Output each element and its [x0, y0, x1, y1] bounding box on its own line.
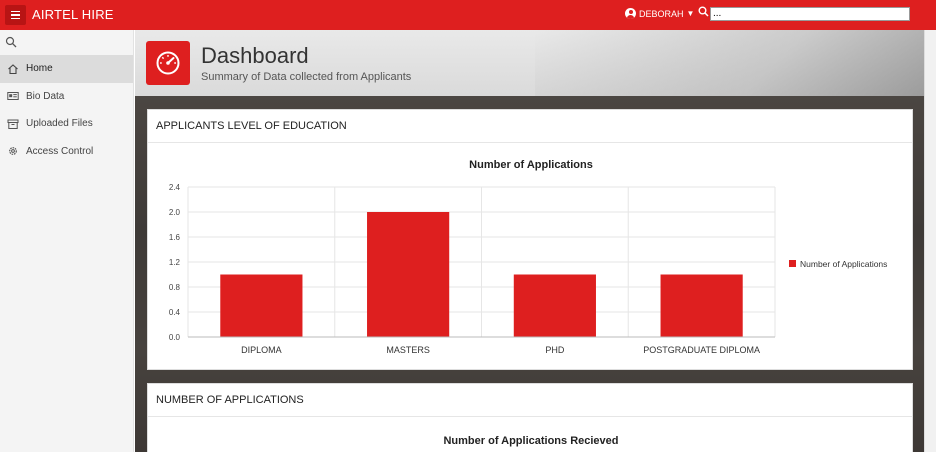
card-heading: APPLICANTS LEVEL OF EDUCATION — [148, 110, 912, 143]
sidebar-item-access-control[interactable]: Access Control — [0, 138, 133, 166]
bar — [220, 274, 303, 337]
hero-background-image — [535, 30, 924, 96]
sidebar-item-label: Access Control — [26, 145, 94, 157]
top-bar: AIRTEL HIRE DEBORAH ▼ ... — [0, 0, 936, 30]
applications-chart-card: NUMBER OF APPLICATIONS Number of Applica… — [147, 383, 913, 452]
x-tick-label: POSTGRADUATE DIPLOMA — [643, 345, 760, 355]
y-tick-label: 2.4 — [169, 183, 181, 192]
search-icon[interactable] — [698, 6, 709, 17]
bar — [660, 274, 743, 337]
user-name: DEBORAH — [639, 8, 684, 19]
sidebar-item-bio-data[interactable]: Bio Data — [0, 83, 133, 111]
id-card-icon — [6, 90, 19, 103]
y-tick-label: 1.6 — [169, 233, 181, 242]
x-tick-label: MASTERS — [386, 345, 430, 355]
app-title[interactable]: AIRTEL HIRE — [32, 7, 114, 22]
sidebar: Home Bio Data Uploaded Files Access Cont… — [0, 30, 134, 452]
legend-swatch — [789, 260, 796, 267]
card-heading: NUMBER OF APPLICATIONS — [148, 384, 912, 417]
search-input[interactable]: ... — [710, 7, 910, 21]
page-subtitle: Summary of Data collected from Applicant… — [201, 71, 412, 83]
dashboard-gauge-icon — [146, 41, 190, 85]
y-tick-label: 2.0 — [169, 208, 181, 217]
y-tick-label: 0.4 — [169, 308, 181, 317]
education-chart-card: APPLICANTS LEVEL OF EDUCATION Number of … — [147, 109, 913, 370]
y-tick-label: 0.0 — [169, 333, 181, 342]
user-icon — [625, 8, 636, 19]
y-tick-label: 1.2 — [169, 258, 181, 267]
home-icon — [6, 62, 19, 75]
sidebar-item-uploaded-files[interactable]: Uploaded Files — [0, 110, 133, 138]
user-menu[interactable]: DEBORAH ▼ — [625, 8, 694, 19]
bar — [367, 212, 450, 337]
main-content: Dashboard Summary of Data collected from… — [135, 30, 924, 452]
archive-icon — [6, 117, 19, 130]
y-tick-label: 0.8 — [169, 283, 181, 292]
scrollbar[interactable] — [924, 30, 936, 452]
chart-title: Number of Applications Recieved — [443, 435, 619, 447]
search-icon[interactable] — [5, 36, 17, 48]
bar — [513, 274, 596, 337]
sidebar-item-label: Bio Data — [26, 90, 65, 102]
x-tick-label: DIPLOMA — [241, 345, 282, 355]
sidebar-item-label: Uploaded Files — [26, 118, 93, 130]
gear-icon — [6, 145, 19, 158]
legend-label: Number of Applications — [800, 259, 887, 269]
menu-toggle-button[interactable] — [5, 5, 26, 25]
x-tick-label: PHD — [545, 345, 565, 355]
sidebar-item-home[interactable]: Home — [0, 55, 133, 83]
sidebar-search[interactable] — [0, 30, 133, 55]
page-title: Dashboard — [201, 43, 309, 68]
caret-down-icon: ▼ — [686, 9, 695, 18]
education-bar-chart: 0.0 0.4 0.8 1.2 1.6 2.0 2.4 DIPLOMA MASTERS PHD PO… — [169, 183, 888, 355]
sidebar-item-label: Home — [26, 63, 53, 75]
